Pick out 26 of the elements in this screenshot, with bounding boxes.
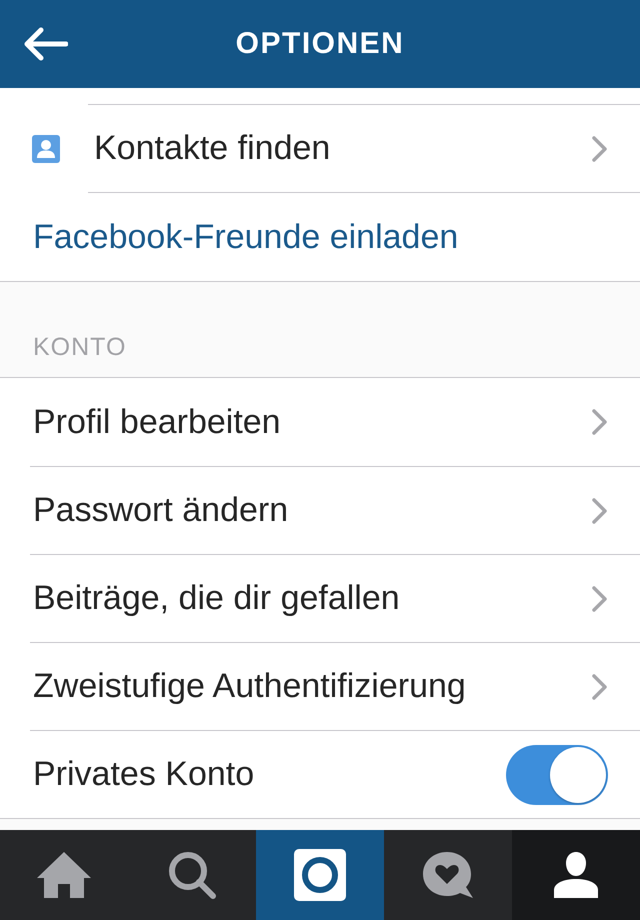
setting-label[interactable]: Beiträge, die dir gefallen [33, 579, 400, 618]
tab-bar-item[interactable] [0, 830, 128, 920]
chevron-right-icon [592, 409, 608, 435]
chevron-right-icon [592, 498, 608, 524]
person-icon [554, 852, 598, 898]
tab-bar-item[interactable] [384, 830, 512, 920]
chevron-right-icon [592, 674, 608, 700]
section-title: KONTO [33, 333, 126, 362]
tab-bar-item[interactable] [512, 830, 640, 920]
setting-label[interactable]: Profil bearbeiten [33, 402, 281, 442]
tab-bar-item[interactable] [256, 830, 384, 920]
chevron-right-icon [592, 136, 608, 162]
camera-icon [294, 849, 346, 901]
back-arrow-icon [24, 27, 68, 61]
home-icon [36, 851, 92, 899]
tab-bar-item[interactable] [128, 830, 256, 920]
setting-label[interactable]: Zweistufige Authentifizierung [33, 667, 466, 706]
search-icon [168, 851, 216, 899]
contact-card-icon [32, 134, 60, 162]
setting-label: Privates Konto [33, 755, 254, 794]
invite-friends-link[interactable]: Facebook-Freunde einladen [33, 218, 458, 256]
find-contacts-label[interactable]: Kontakte finden [94, 129, 330, 168]
setting-label[interactable]: Passwort ändern [33, 491, 288, 530]
heart-bubble-icon [422, 851, 474, 899]
chevron-right-icon [592, 586, 608, 612]
page-title: OPTIONEN [234, 27, 406, 61]
